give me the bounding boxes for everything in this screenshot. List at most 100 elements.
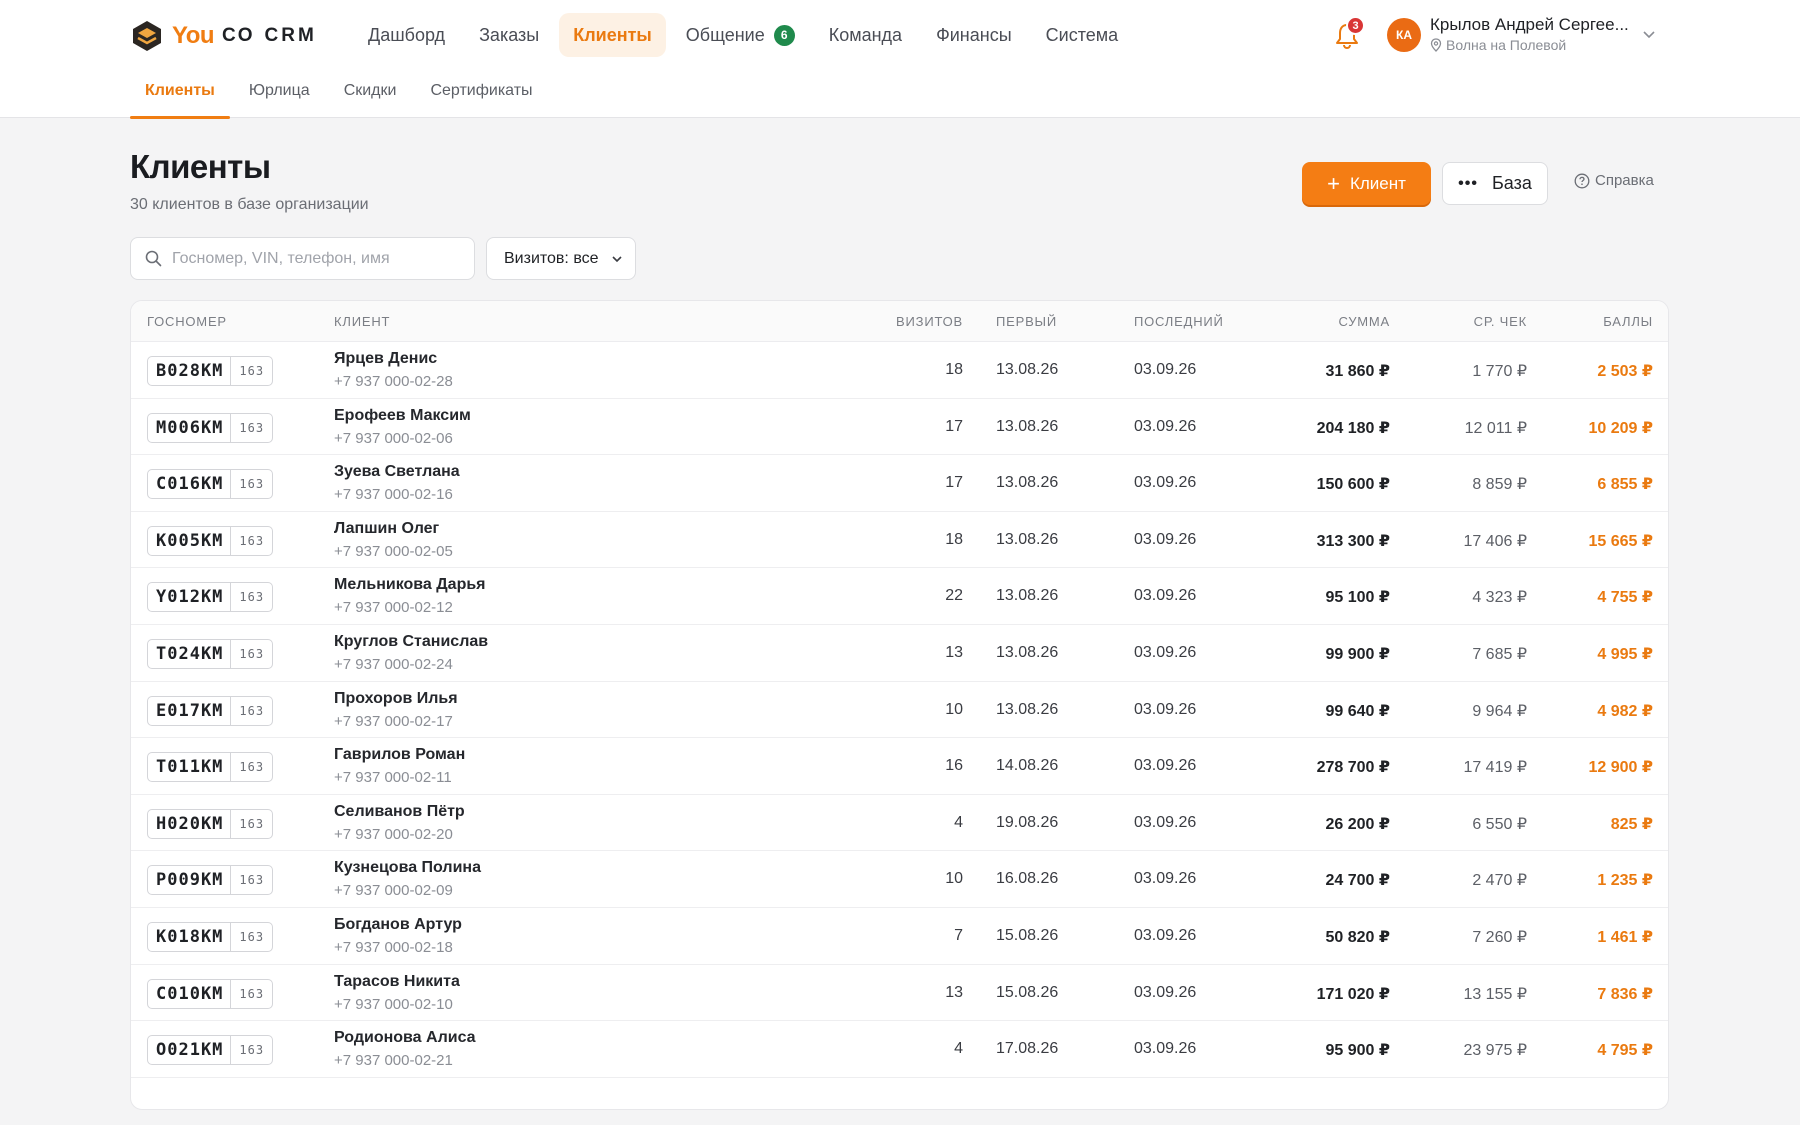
total-sum: 99 900 ₽ (1325, 645, 1390, 663)
tab-discounts[interactable]: Скидки (329, 70, 412, 118)
table-row[interactable]: P009KM 163 Кузнецова Полина +7 937 000-02-0… (131, 851, 1668, 908)
header-first[interactable]: Первый (996, 314, 1057, 329)
user-name[interactable]: Крылов Андрей Сергее... (1430, 15, 1630, 35)
license-plate: C010KM 163 (147, 978, 274, 1009)
logo-mark-icon (133, 21, 161, 51)
average-check: 23 975 ₽ (1463, 1042, 1527, 1060)
table-header: Госномер Клиент Визитов Первый Последний… (131, 301, 1668, 342)
bonus-points: 4 995 ₽ (1597, 645, 1653, 663)
visits-count: 10 (945, 700, 963, 718)
plate-number: K005KM (156, 530, 224, 551)
client-phone: +7 937 000-02-09 (334, 882, 453, 900)
tab-label: Юрлица (248, 82, 310, 99)
header-sum[interactable]: Сумма (1338, 314, 1390, 329)
client-phone: +7 937 000-02-16 (334, 486, 453, 504)
visits-count: 18 (945, 530, 963, 548)
client-name[interactable]: Лапшин Олег (334, 520, 439, 538)
license-plate: T011KM 163 (147, 752, 274, 783)
table-row[interactable]: K005KM 163 Лапшин Олег +7 937 000-02-05 18 13… (131, 512, 1668, 569)
client-name[interactable]: Ерофеев Максим (334, 407, 471, 425)
help-link[interactable]: Справка (1574, 172, 1654, 189)
last-visit-date: 03.09.26 (1134, 643, 1197, 661)
app-logo[interactable]: You CO CRM (130, 18, 317, 54)
avatar[interactable]: КА (1387, 18, 1421, 52)
total-sum: 24 700 ₽ (1325, 872, 1390, 890)
bonus-points: 1 461 ₽ (1597, 928, 1653, 946)
nav-item-label: Общение (685, 24, 765, 45)
table-row[interactable]: T024KM 163 Круглов Станислав +7 937 000-02-… (131, 625, 1668, 682)
first-visit-date: 13.08.26 (996, 643, 1059, 661)
client-name[interactable]: Мельникова Дарья (334, 576, 486, 594)
logo-text-co: CO (222, 25, 255, 46)
nav-item-system[interactable]: Система (1032, 13, 1133, 57)
client-name[interactable]: Прохоров Илья (334, 690, 458, 708)
bonus-points: 2 503 ₽ (1597, 363, 1653, 380)
tab-legal-entities[interactable]: Юрлица (234, 70, 325, 118)
first-visit-date: 15.08.26 (996, 983, 1059, 1001)
average-check: 2 470 ₽ (1472, 872, 1527, 890)
visits-count: 17 (945, 417, 963, 435)
client-name[interactable]: Ярцев Денис (334, 350, 437, 368)
tab-certificates[interactable]: Сертификаты (415, 70, 547, 118)
clients-table: Госномер Клиент Визитов Первый Последний… (130, 300, 1669, 1110)
plate-number: H020KM (156, 813, 224, 834)
plus-icon: + (1327, 170, 1340, 196)
add-client-button[interactable]: + Клиент (1302, 162, 1431, 205)
chevron-down-icon[interactable] (1642, 27, 1656, 41)
table-row[interactable]: O021KM 163 Родионова Алиса +7 937 000-02-21… (131, 1021, 1668, 1078)
table-row[interactable]: C010KM 163 Тарасов Никита +7 937 000-02-10 1… (131, 965, 1668, 1022)
visits-filter-select[interactable]: Визитов: все (486, 237, 636, 280)
table-row[interactable]: H020KM 163 Селиванов Пётр +7 937 000-02-20 4… (131, 795, 1668, 852)
header-last[interactable]: Последний (1134, 314, 1224, 329)
chevron-down-icon (612, 255, 622, 262)
client-phone: +7 937 000-02-20 (334, 825, 453, 843)
table-row[interactable]: E017KM 163 Прохоров Илья +7 937 000-02-17 10… (131, 682, 1668, 739)
nav-item-team[interactable]: Команда (815, 13, 916, 57)
nav-item-orders[interactable]: Заказы (465, 13, 553, 57)
table-row[interactable]: K018KM 163 Богданов Артур +7 937 000-02-18 7… (131, 908, 1668, 965)
table-row[interactable]: C016KM 163 Зуева Светлана +7 937 000-02-16 1… (131, 455, 1668, 512)
plate-region: 163 (230, 866, 272, 895)
client-phone: +7 937 000-02-10 (334, 995, 453, 1013)
main-nav: Дашборд Заказы Клиенты Общение 6 Команда… (354, 13, 1138, 57)
client-name[interactable]: Родионова Алиса (334, 1029, 476, 1047)
header-plate[interactable]: Госномер (147, 314, 227, 329)
add-client-label: Клиент (1349, 173, 1406, 193)
last-visit-date: 03.09.26 (1134, 587, 1197, 605)
header-client[interactable]: Клиент (334, 314, 390, 329)
nav-item-communication[interactable]: Общение 6 (672, 13, 809, 57)
client-name[interactable]: Тарасов Никита (334, 973, 460, 991)
client-name[interactable]: Богданов Артур (334, 916, 462, 934)
total-sum: 171 020 ₽ (1316, 985, 1390, 1003)
header-visits[interactable]: Визитов (896, 314, 963, 329)
search-input[interactable] (172, 249, 462, 268)
total-sum: 31 860 ₽ (1325, 363, 1390, 380)
nav-item-dashboard[interactable]: Дашборд (354, 13, 459, 57)
plate-number: Y012KM (156, 587, 224, 608)
unread-badge: 6 (773, 24, 795, 46)
client-name[interactable]: Гаврилов Роман (334, 746, 465, 764)
nav-item-clients[interactable]: Клиенты (559, 13, 666, 57)
last-visit-date: 03.09.26 (1134, 813, 1197, 831)
tab-clients[interactable]: Клиенты (130, 70, 230, 119)
base-menu-button[interactable]: ••• База (1442, 162, 1548, 205)
header-avg[interactable]: Ср. чек (1474, 314, 1527, 329)
client-name[interactable]: Кузнецова Полина (334, 859, 481, 877)
client-name[interactable]: Круглов Станислав (334, 633, 488, 651)
base-label: База (1491, 173, 1532, 193)
license-plate: E017KM 163 (147, 695, 274, 726)
table-row[interactable]: B028KM 163 Ярцев Денис +7 937 000-02-28 18 13… (131, 342, 1668, 399)
client-name[interactable]: Зуева Светлана (334, 463, 460, 481)
last-visit-date: 03.09.26 (1134, 757, 1197, 775)
client-name[interactable]: Селиванов Пётр (334, 803, 465, 821)
client-phone: +7 937 000-02-05 (334, 542, 453, 560)
top-header: You CO CRM Дашборд Заказы Клиенты Общени… (0, 0, 1800, 119)
user-location-text: Волна на Полевой (1446, 37, 1567, 53)
header-points[interactable]: Баллы (1603, 314, 1653, 329)
table-row[interactable]: T011KM 163 Гаврилов Роман +7 937 000-02-11 1… (131, 738, 1668, 795)
last-visit-date: 03.09.26 (1134, 870, 1197, 888)
table-row[interactable]: M006KM 163 Ерофеев Максим +7 937 000-02-06 1… (131, 399, 1668, 456)
table-row[interactable]: Y012KM 163 Мельникова Дарья +7 937 000-02-1… (131, 568, 1668, 625)
plate-region: 163 (230, 357, 272, 385)
nav-item-finance[interactable]: Финансы (922, 13, 1026, 57)
